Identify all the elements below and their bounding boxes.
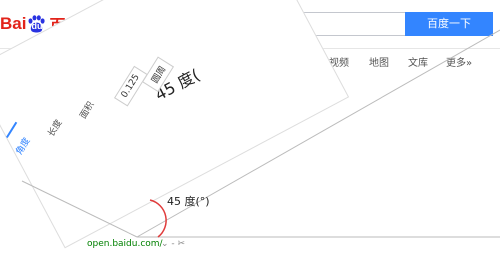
angle-value-label: 45 度(°) <box>167 195 210 208</box>
card-bottom-edge <box>21 180 138 238</box>
angle-arc <box>149 199 167 238</box>
source-url-link[interactable]: open.baidu.com/ <box>87 239 163 249</box>
angle-diagram <box>21 29 500 238</box>
source-extra-icons[interactable]: ⌄ - ✂ <box>161 239 185 249</box>
